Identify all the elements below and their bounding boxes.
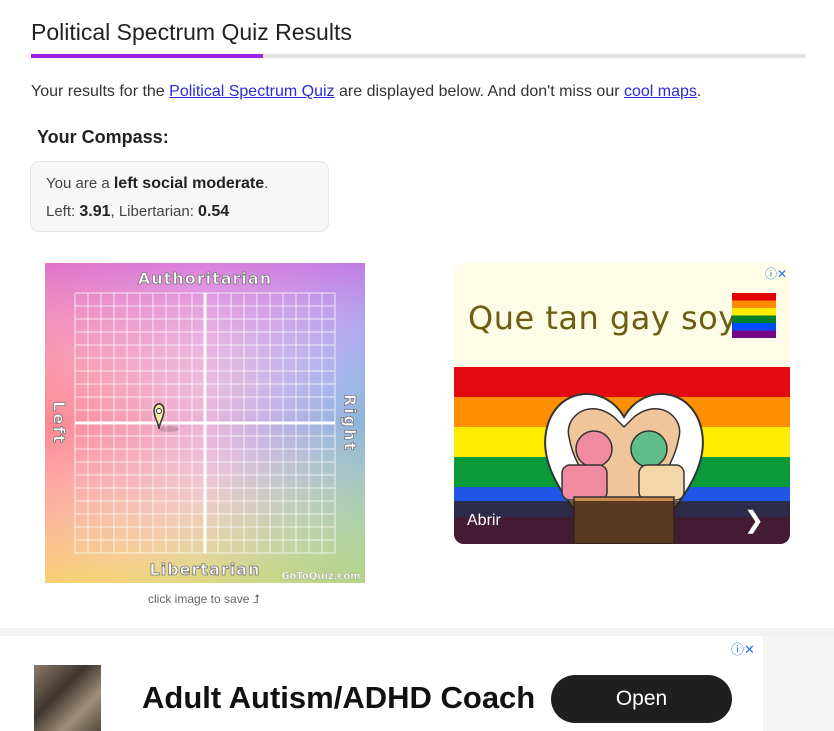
save-caption: click image to save ⮥: [148, 592, 260, 606]
intro-text: Your results for the Political Spectrum …: [31, 83, 701, 101]
axis-left: Left: [50, 401, 69, 445]
ad-headline: Adult Autism/ADHD Coach: [142, 680, 536, 715]
ad-thumbnail: [34, 665, 101, 731]
title-underline: [31, 54, 806, 58]
ad-info-close-icon[interactable]: ⓘ✕: [731, 639, 755, 658]
result-scores: Left: 3.91, Libertarian: 0.54: [46, 203, 229, 221]
you-are-text: You are a: [46, 175, 114, 192]
intro-middle: are displayed below. And don't miss our: [334, 83, 624, 100]
libertarian-score: 0.54: [198, 203, 230, 220]
ad-headline: Que tan gay soy: [468, 299, 738, 337]
intro-suffix: .: [696, 83, 702, 100]
axis-libertarian: Libertarian: [150, 560, 261, 579]
axis-authoritarian: Authoritarian: [138, 269, 272, 288]
watermark: GoToQuiz.com: [281, 571, 360, 582]
left-score: 3.91: [79, 203, 111, 220]
political-compass-image[interactable]: Authoritarian Libertarian Left Right GoT…: [45, 263, 365, 583]
right-gutter: [763, 636, 834, 731]
cool-maps-link[interactable]: cool maps: [624, 83, 697, 100]
left-label: Left:: [46, 203, 80, 220]
title-underline-accent: [31, 54, 263, 58]
abrir-button[interactable]: Abrir: [467, 512, 501, 530]
chevron-right-icon[interactable]: ❯: [744, 506, 764, 535]
compass-heading: Your Compass:: [37, 127, 169, 147]
bottom-banner-ad[interactable]: ⓘ✕ Adult Autism/ADHD Coach Open: [0, 636, 763, 731]
axis-right: Right: [341, 394, 360, 452]
page-title: Political Spectrum Quiz Results: [31, 19, 352, 45]
result-period: .: [264, 175, 269, 192]
quiz-link[interactable]: Political Spectrum Quiz: [169, 83, 334, 100]
ad-info-close-icon[interactable]: ⓘ✕: [765, 265, 787, 282]
result-summary: You are a left social moderate.: [46, 175, 268, 193]
open-button[interactable]: Open: [551, 675, 732, 723]
result-box: You are a left social moderate. Left: 3.…: [30, 161, 329, 232]
result-label: left social moderate: [113, 175, 265, 192]
intro-prefix: Your results for the: [31, 83, 170, 100]
rainbow-ad[interactable]: ⓘ✕ Que tan gay soy Abrir ❯: [454, 263, 790, 544]
ad-cta-bar[interactable]: Abrir ❯: [454, 501, 790, 544]
results-card: Political Spectrum Quiz Results Your res…: [0, 0, 834, 628]
libertarian-label: , Libertarian:: [110, 203, 199, 220]
rainbow-flag-icon: [732, 293, 776, 338]
